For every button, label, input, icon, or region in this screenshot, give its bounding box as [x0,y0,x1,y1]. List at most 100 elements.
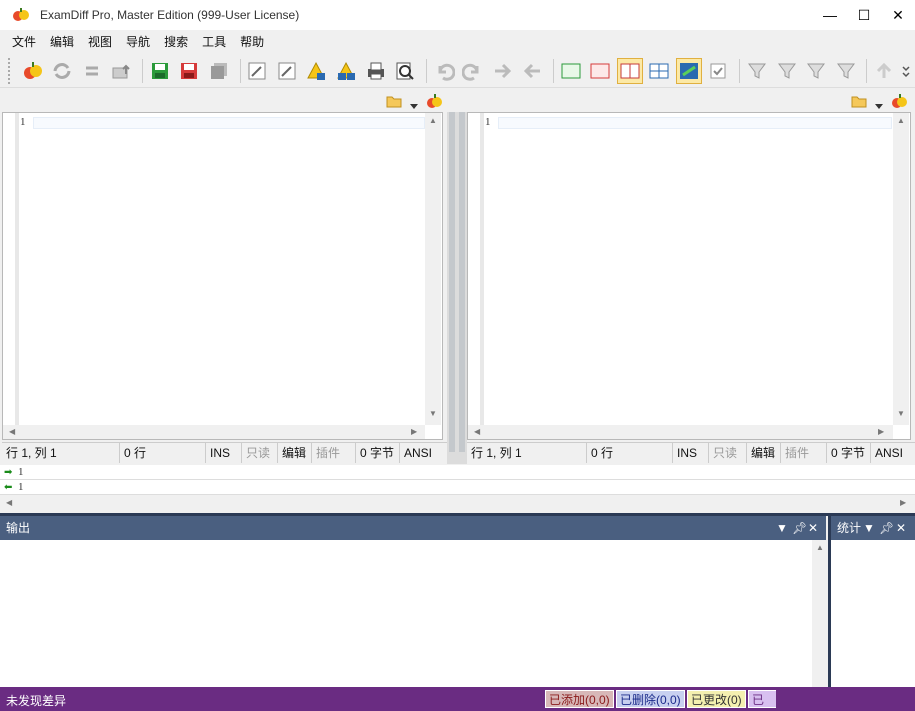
right-vscroll[interactable]: ▲ ▼ [893,113,909,425]
scroll-up-icon[interactable]: ▲ [816,543,824,552]
filter4-icon[interactable] [833,58,859,84]
redo-icon[interactable] [460,58,486,84]
left-plugin[interactable]: 插件 [312,443,356,463]
toolbar-grip[interactable] [8,57,12,84]
diff-line-right[interactable]: ⬅ 1 [0,480,915,495]
menu-edit[interactable]: 编辑 [44,33,80,50]
more-badge[interactable]: 已更 [748,690,776,708]
right-ins-mode[interactable]: INS [673,443,709,463]
app-logo-icon [12,6,30,24]
left-arrow-icon: ⬅ [4,482,13,493]
open-folder-up-icon[interactable] [109,58,135,84]
filter1-icon[interactable] [744,58,770,84]
right-pane-header [467,89,915,113]
filter2-icon[interactable] [774,58,800,84]
deleted-badge[interactable]: 已删除(0,0) [616,690,685,708]
pin-icon[interactable]: 📌︎ [879,516,894,540]
scroll-right-icon[interactable]: ▶ [878,427,884,436]
pin-icon[interactable]: 📌︎ [792,516,807,540]
menu-tools[interactable]: 工具 [196,33,232,50]
close-icon[interactable]: ✕ [808,516,818,540]
up-icon[interactable] [871,58,897,84]
warning-save-icon[interactable] [304,58,330,84]
undo-icon[interactable] [431,58,457,84]
scroll-left-icon[interactable]: ◀ [6,498,12,507]
scroll-right-icon[interactable]: ▶ [411,427,417,436]
minimize-button[interactable]: — [813,0,847,30]
maximize-button[interactable]: ☐ [847,0,881,30]
print-preview-icon[interactable] [392,58,418,84]
view-sync-icon[interactable] [676,57,702,84]
diff-line-left[interactable]: ➡ 1 [0,465,915,480]
right-arrow-icon: ➡ [4,467,13,478]
edit-left-icon[interactable] [245,58,271,84]
added-badge[interactable]: 已添加(0,0) [545,690,614,708]
toolbar-overflow-icon[interactable] [901,58,911,84]
left-hscroll[interactable]: ◀ ▶ [3,425,425,439]
menu-view[interactable]: 视图 [82,33,118,50]
left-encoding[interactable]: ANSI [400,443,447,463]
save-left-icon[interactable] [147,58,173,84]
left-gutter [15,113,19,439]
close-button[interactable]: ✕ [881,0,915,30]
next-diff-icon[interactable] [490,58,516,84]
view-added-icon[interactable] [558,58,584,84]
left-open-folder-icon[interactable] [386,94,402,108]
left-readonly[interactable]: 只读 [242,443,278,463]
right-dropdown-icon[interactable] [875,99,883,109]
checkbox-icon[interactable] [706,58,732,84]
toolbar-separator [142,58,144,83]
compare-icon[interactable] [20,58,46,84]
dropdown-icon[interactable]: ▼ [863,516,875,540]
right-editor[interactable]: 1 ▲ ▼ ◀ ▶ [467,112,911,440]
right-compare-icon[interactable] [891,93,907,109]
view-changed-icon[interactable] [617,57,643,84]
left-editor[interactable]: 1 ▲ ▼ ◀ ▶ [2,112,443,440]
scroll-down-icon[interactable]: ▼ [897,409,905,418]
close-icon[interactable]: ✕ [896,516,906,540]
save-all-icon[interactable] [206,58,232,84]
menu-help[interactable]: 帮助 [234,33,270,50]
output-panel-title: 输出 [6,521,31,535]
left-ins-mode[interactable]: INS [206,443,242,463]
output-panel-body[interactable] [0,540,812,687]
right-open-folder-icon[interactable] [851,94,867,108]
right-plugin[interactable]: 插件 [781,443,827,463]
menu-navigate[interactable]: 导航 [120,33,156,50]
scroll-up-icon[interactable]: ▲ [897,116,905,125]
right-line-count: 0 行 [587,443,673,463]
left-vscroll[interactable]: ▲ ▼ [425,113,441,425]
right-readonly[interactable]: 只读 [709,443,747,463]
save-right-icon[interactable] [177,58,203,84]
left-compare-icon[interactable] [426,93,442,109]
scroll-up-icon[interactable]: ▲ [429,116,437,125]
scroll-left-icon[interactable]: ◀ [9,427,15,436]
recompare-icon[interactable] [50,58,76,84]
scroll-down-icon[interactable]: ▼ [429,409,437,418]
dropdown-icon[interactable]: ▼ [776,516,788,540]
filter3-icon[interactable] [803,58,829,84]
scroll-right-icon[interactable]: ▶ [900,498,906,507]
left-edit[interactable]: 编辑 [278,443,312,463]
left-cursor-pos: 行 1, 列 1 [2,443,120,463]
print-icon[interactable] [363,58,389,84]
right-edit[interactable]: 编辑 [747,443,781,463]
right-current-line [498,117,892,129]
stats-panel-body [831,540,915,687]
warning-save-right-icon[interactable] [333,58,359,84]
menu-search[interactable]: 搜索 [158,33,194,50]
right-encoding[interactable]: ANSI [871,443,915,463]
right-hscroll[interactable]: ◀ ▶ [468,425,893,439]
view-grid-icon[interactable] [647,58,673,84]
view-deleted-icon[interactable] [587,58,613,84]
swap-icon[interactable] [79,58,105,84]
prev-diff-icon[interactable] [519,58,545,84]
pane-divider[interactable] [447,112,467,464]
menu-file[interactable]: 文件 [6,33,42,50]
output-vscroll[interactable]: ▲ [812,540,828,687]
changed-badge[interactable]: 已更改(0) [687,690,746,708]
diff-hscroll[interactable]: ◀ ▶ [0,495,915,511]
edit-right-icon[interactable] [274,58,300,84]
scroll-left-icon[interactable]: ◀ [474,427,480,436]
left-dropdown-icon[interactable] [410,99,418,109]
